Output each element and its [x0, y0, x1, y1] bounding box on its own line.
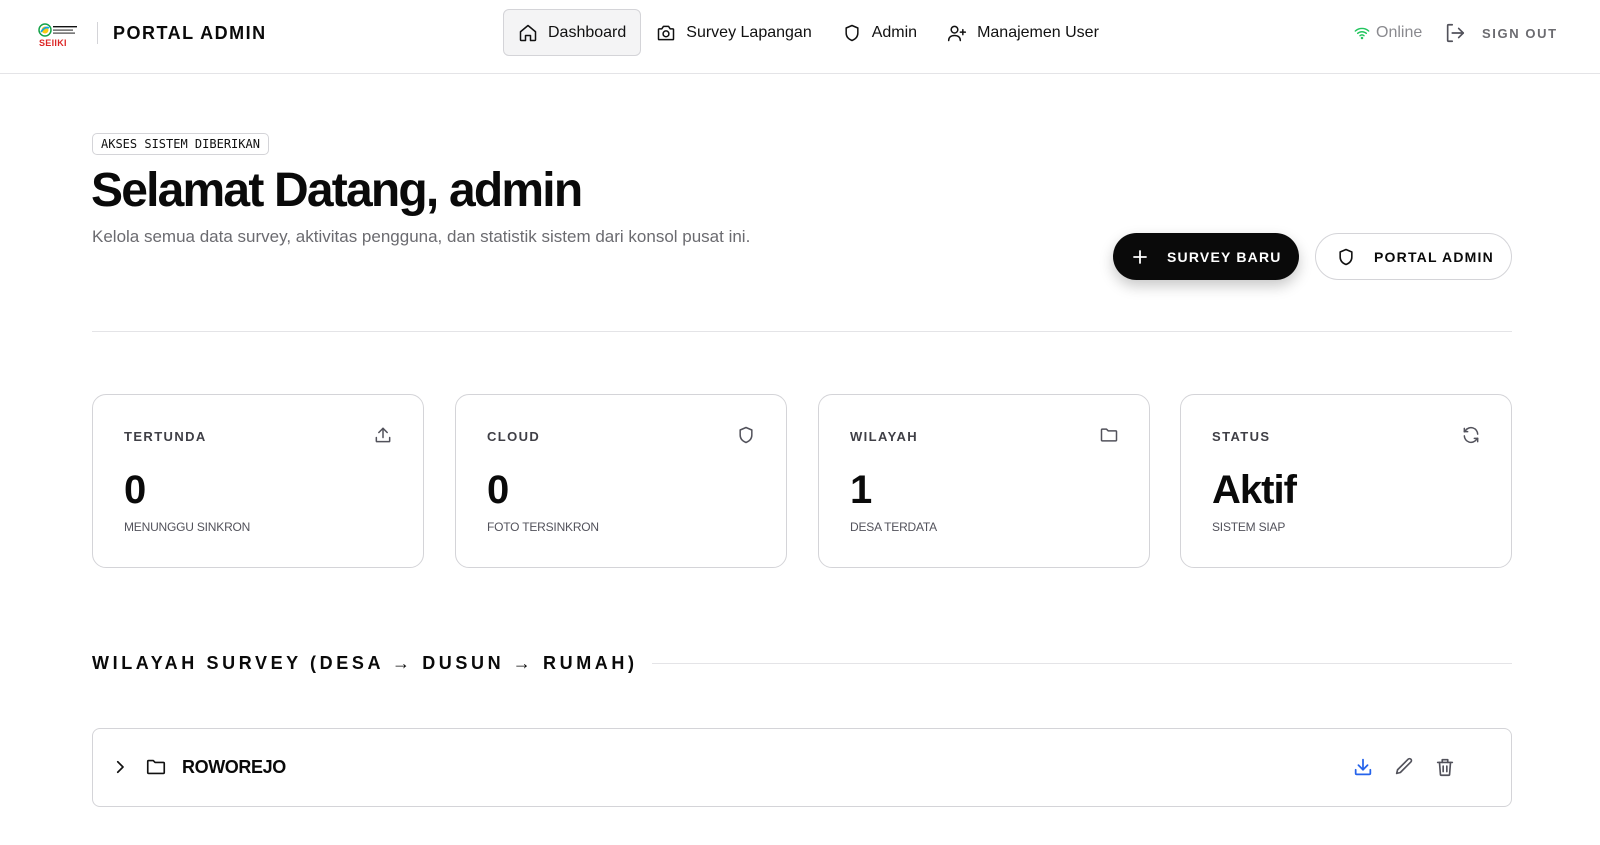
log-out-icon	[1446, 23, 1465, 43]
home-icon	[519, 24, 537, 41]
section-divider	[652, 663, 1512, 664]
shield-icon	[1339, 248, 1353, 265]
access-badge: AKSES SISTEM DIBERIKAN	[92, 133, 269, 155]
shield-icon	[739, 426, 753, 444]
seiiki-logo[interactable]: SEIIKI	[38, 22, 80, 48]
new-survey-button[interactable]: SURVEY BARU	[1113, 233, 1299, 280]
stat-value: 1	[850, 468, 872, 512]
logo-text: SEIIKI	[39, 38, 67, 48]
chevron-right-icon[interactable]	[111, 758, 129, 776]
stat-value: 0	[487, 468, 509, 512]
upload-icon	[375, 427, 391, 443]
stat-value: Aktif	[1212, 468, 1297, 512]
page-subtitle: Kelola semua data survey, aktivitas peng…	[92, 227, 751, 246]
stat-caption: SISTEM SIAP	[1212, 520, 1286, 534]
stat-card-status: STATUS Aktif SISTEM SIAP	[1180, 394, 1512, 568]
stat-label: STATUS	[1212, 429, 1271, 444]
region-row[interactable]: ROWOREJO	[92, 728, 1512, 807]
divider	[92, 331, 1512, 332]
camera-icon	[658, 25, 675, 40]
stat-label: TERTUNDA	[124, 429, 207, 444]
nav-survey-lapangan-label: Survey Lapangan	[686, 23, 812, 41]
stat-label: WILAYAH	[850, 429, 919, 444]
section-title: WILAYAH SURVEY (DESA → DUSUN → RUMAH)	[92, 653, 638, 673]
connection-status-label: Online	[1376, 24, 1423, 41]
folder-icon	[1100, 428, 1118, 442]
stat-card-tertunda: TERTUNDA 0 MENUNGGU SINKRON	[92, 394, 424, 568]
portal-admin-button[interactable]: PORTAL ADMIN	[1315, 233, 1512, 280]
nav-admin[interactable]: Admin	[827, 9, 932, 56]
stat-caption: MENUNGGU SINKRON	[124, 520, 251, 534]
download-icon[interactable]	[1352, 756, 1374, 778]
trash-icon[interactable]	[1434, 756, 1456, 778]
folder-icon	[146, 759, 166, 775]
edit-icon[interactable]	[1393, 756, 1415, 778]
app-title: PORTAL ADMIN	[113, 23, 267, 43]
stat-value: 0	[124, 468, 146, 512]
stat-caption: DESA TERDATA	[850, 520, 937, 534]
stat-label: CLOUD	[487, 429, 541, 444]
nav-admin-label: Admin	[871, 23, 918, 41]
stat-caption: FOTO TERSINKRON	[487, 520, 599, 534]
sign-out-label: SIGN OUT	[1482, 25, 1558, 41]
main-nav: Dashboard Survey Lapangan Admin Manajeme…	[503, 9, 1114, 56]
shield-icon	[845, 24, 859, 41]
nav-manajemen-user[interactable]: Manajemen User	[932, 9, 1114, 56]
nav-dashboard[interactable]: Dashboard	[503, 9, 642, 56]
wifi-icon	[1354, 27, 1370, 40]
user-plus-icon	[947, 25, 967, 41]
nav-manajemen-user-label: Manajemen User	[977, 23, 1099, 41]
plus-icon	[1133, 249, 1147, 264]
stat-card-cloud: CLOUD 0 FOTO TERSINKRON	[455, 394, 787, 568]
stat-card-wilayah: WILAYAH 1 DESA TERDATA	[818, 394, 1150, 568]
refresh-icon	[1463, 426, 1479, 444]
logo-divider	[97, 22, 98, 44]
sign-out-button[interactable]: SIGN OUT	[1444, 20, 1558, 46]
top-navbar: SEIIKI PORTAL ADMIN Dashboard Survey Lap…	[0, 0, 1600, 74]
nav-survey-lapangan[interactable]: Survey Lapangan	[641, 9, 826, 56]
portal-admin-label: PORTAL ADMIN	[1374, 248, 1494, 265]
page-title: Selamat Datang, admin	[91, 164, 583, 217]
connection-status: Online	[1354, 22, 1422, 44]
new-survey-label: SURVEY BARU	[1167, 248, 1282, 265]
region-name: ROWOREJO	[182, 757, 286, 777]
nav-dashboard-label: Dashboard	[548, 23, 627, 41]
